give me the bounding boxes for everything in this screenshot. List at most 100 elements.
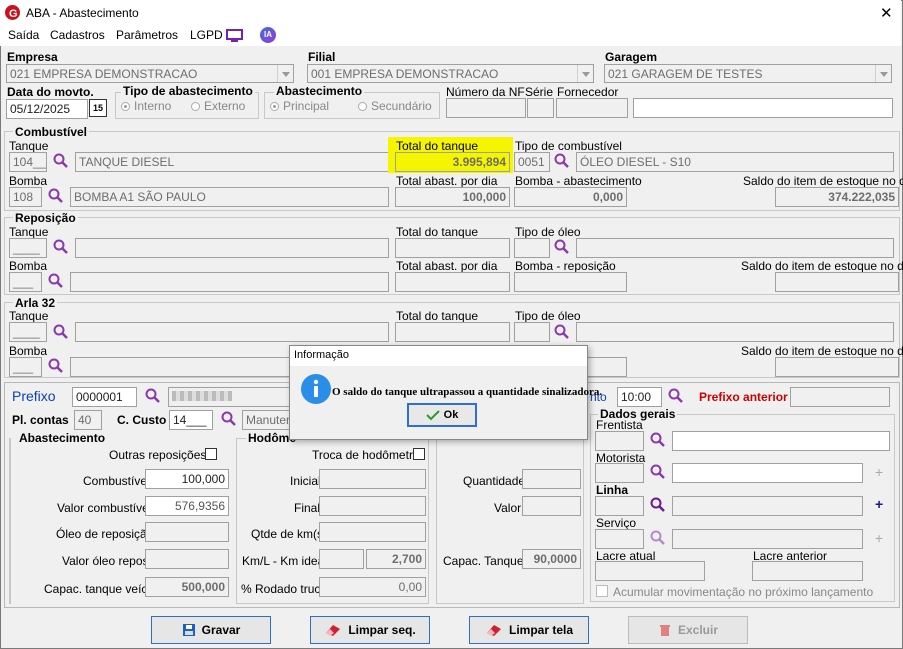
ok-button[interactable]: Ok (407, 403, 477, 427)
search-icon[interactable] (48, 273, 64, 289)
motorista-name[interactable] (672, 463, 863, 483)
tanque-name-input[interactable]: TANQUE DIESEL (75, 152, 389, 172)
motorista-code[interactable] (595, 463, 644, 483)
empresa-select[interactable]: 021 EMPRESA DEMONSTRACAO (6, 64, 294, 83)
saldo-label: Saldo do item de estoque no dia (743, 174, 903, 188)
search-icon[interactable] (53, 324, 69, 340)
tipo-combustivel-name[interactable]: ÓLEO DIESEL - S10 (576, 152, 894, 172)
frentista-code[interactable] (595, 431, 644, 451)
search-icon[interactable] (53, 239, 69, 255)
tipo-combustivel-code[interactable]: 0051 (514, 152, 550, 172)
search-icon[interactable] (554, 239, 570, 255)
arla-tanque-code[interactable]: ____ (9, 322, 47, 342)
lacre-atual-input[interactable] (595, 561, 705, 581)
search-icon[interactable] (668, 388, 684, 404)
monitor-icon[interactable] (226, 29, 243, 43)
chevron-down-icon (577, 65, 593, 82)
close-icon[interactable]: ✕ (880, 4, 893, 22)
fornecedor-name-input[interactable] (633, 98, 893, 118)
prefixo-anterior-label: Prefixo anterior (699, 390, 788, 404)
limpar-seq-button[interactable]: Limpar seq. (310, 616, 430, 644)
linha-code[interactable] (595, 496, 644, 516)
nf-input[interactable] (446, 98, 526, 118)
custo-input[interactable]: 14___ (169, 410, 213, 430)
arla-tipo-name[interactable] (576, 322, 894, 342)
radio-icon (121, 102, 130, 112)
qtde-input (319, 522, 426, 542)
excluir-button[interactable]: Excluir (628, 616, 748, 644)
data-input[interactable]: 05/12/2025 (6, 99, 88, 119)
radio-icon (270, 102, 279, 112)
search-icon[interactable] (221, 411, 237, 427)
servico-name[interactable] (672, 529, 863, 549)
linha-name[interactable] (672, 496, 863, 516)
menu-parametros[interactable]: Parâmetros (116, 28, 178, 42)
limpar-tela-button[interactable]: Limpar tela (469, 616, 589, 644)
kml-input (319, 549, 364, 569)
calendar-icon[interactable]: 15 (89, 99, 107, 117)
filial-label: Filial (308, 50, 336, 64)
valor-comb-input[interactable]: 576,9356 (145, 496, 229, 516)
radio-interno[interactable]: Interno (121, 99, 171, 113)
prefixo-input[interactable]: 0000001 (72, 387, 137, 407)
search-icon[interactable] (650, 530, 666, 546)
menu-saida[interactable]: Saída (8, 28, 39, 42)
bomba-code-input[interactable]: 108 (9, 187, 42, 207)
gravar-button[interactable]: Gravar (151, 616, 271, 644)
radio-externo[interactable]: Externo (191, 99, 245, 113)
frentista-name[interactable] (672, 431, 890, 451)
arla-tipo-code[interactable] (514, 322, 550, 342)
search-icon[interactable] (48, 188, 64, 204)
acumular-checkbox[interactable] (596, 585, 608, 597)
search-icon[interactable] (650, 464, 666, 480)
arla-total-tanque-label: Total do tanque (396, 309, 479, 323)
search-icon[interactable] (48, 358, 64, 374)
hora-input[interactable]: 10:00 (617, 387, 662, 407)
arla-tipo-label: Tipo de óleo (515, 309, 581, 323)
data-label: Data do movto. (7, 85, 94, 99)
search-icon[interactable] (650, 497, 666, 513)
trash-icon (659, 625, 670, 636)
garagem-select[interactable]: 021 GARAGEM DE TESTES (604, 64, 892, 83)
servico-code[interactable] (595, 529, 644, 549)
serie-input[interactable] (527, 98, 554, 118)
total-dia-label: Total abast. por dia (396, 174, 498, 188)
rep-bomba-rep-value (514, 272, 627, 292)
outras-reposicoes-checkbox[interactable] (205, 448, 217, 460)
rep-tipo-name[interactable] (576, 238, 894, 258)
search-icon[interactable] (650, 432, 666, 448)
search-icon[interactable] (53, 153, 69, 169)
eraser-icon (326, 625, 341, 636)
info-dialog: Informação O saldo do tanque ultrapassou… (289, 345, 602, 440)
rep-tanque-name[interactable] (75, 238, 389, 258)
tanque-code-input[interactable]: 104__ (9, 152, 47, 172)
combustivel-qty-input[interactable]: 100,000 (145, 469, 229, 489)
add-servico-icon[interactable]: + (875, 530, 883, 546)
rep-tanque-code[interactable]: ____ (9, 238, 47, 258)
search-icon[interactable] (554, 324, 570, 340)
rep-bomba-name[interactable] (70, 272, 389, 292)
valor-input (522, 496, 581, 516)
rep-total-dia-value (395, 272, 510, 292)
arla-bomba-code[interactable]: ___ (9, 357, 42, 377)
bomba-name-input[interactable]: BOMBA A1 SÃO PAULO (70, 187, 389, 207)
radio-principal[interactable]: Principal (270, 99, 329, 113)
menu-cadastros[interactable]: Cadastros (50, 28, 105, 42)
search-icon[interactable] (554, 153, 570, 169)
arla-tanque-name[interactable] (75, 322, 389, 342)
troca-checkbox[interactable] (413, 448, 425, 460)
add-motorista-icon[interactable]: + (875, 464, 883, 480)
menu-lgpd[interactable]: LGPD (190, 28, 223, 42)
inicial-label: Inicial (290, 474, 321, 488)
rep-saldo-value (775, 272, 899, 292)
radio-icon (358, 102, 367, 112)
add-linha-icon[interactable]: + (875, 496, 883, 512)
pl-contas-input[interactable]: 40 (74, 410, 102, 430)
filial-select[interactable]: 001 EMPRESA DEMONSTRACAO (307, 64, 594, 83)
search-icon[interactable] (145, 388, 161, 404)
radio-secundario[interactable]: Secundário (358, 99, 432, 113)
rep-bomba-code[interactable]: ___ (9, 272, 42, 292)
ia-assistant-icon[interactable]: IA (260, 27, 276, 43)
fornecedor-code-input[interactable] (556, 98, 628, 118)
rep-tipo-code[interactable] (514, 238, 550, 258)
